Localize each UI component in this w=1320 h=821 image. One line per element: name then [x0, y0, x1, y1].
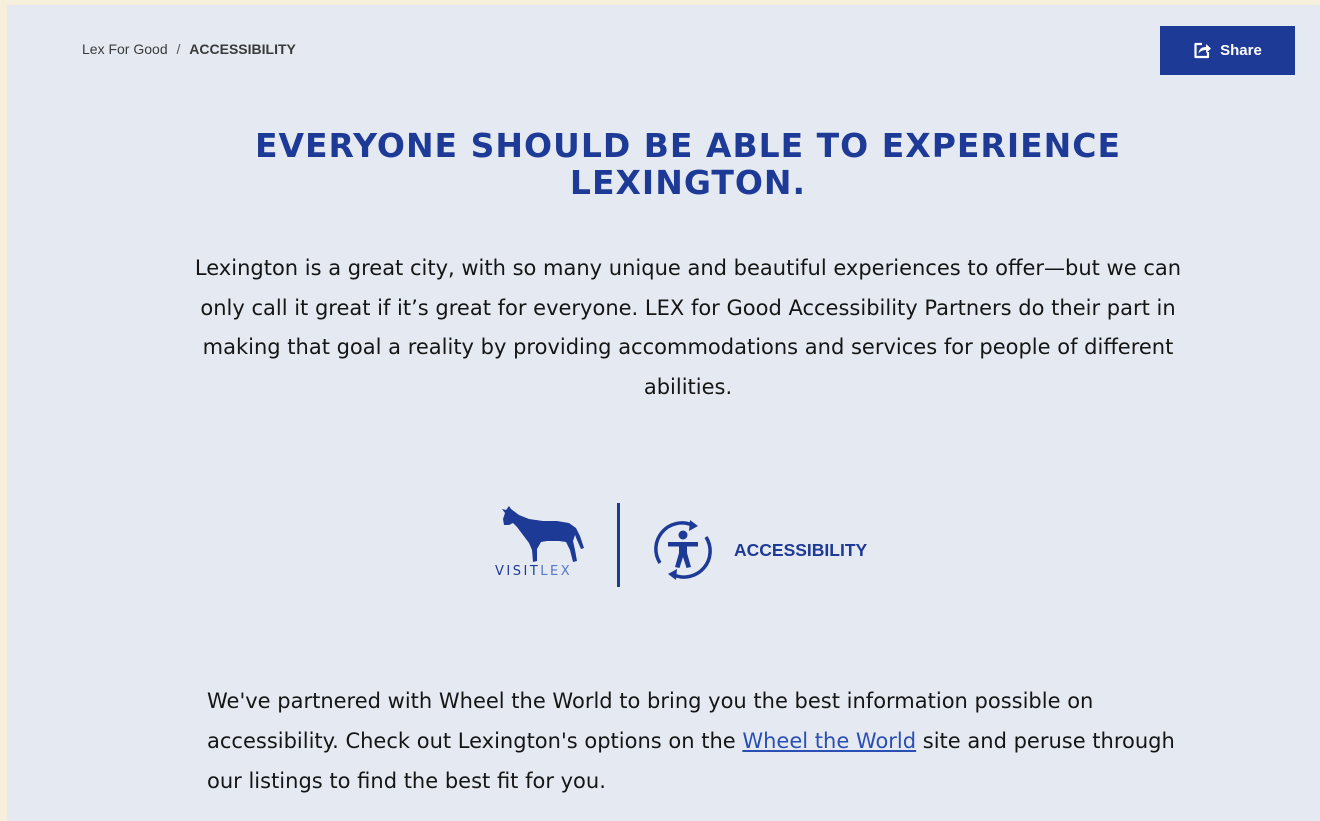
page-title: EVERYONE SHOULD BE ABLE TO EXPERIENCE LE…: [254, 126, 1122, 202]
horse-icon: [501, 503, 585, 569]
partner-paragraph: We've partnered with Wheel the World to …: [207, 681, 1207, 801]
accessibility-badge-label: ACCESSIBILITY: [734, 540, 868, 560]
wordmark-visit: VISIT: [495, 564, 541, 579]
share-button-label: Share: [1220, 42, 1262, 59]
visitlex-accessibility-logo: VISITLEX ACCESSIBILITY: [495, 500, 895, 592]
visitlex-wordmark: VISITLEX: [495, 564, 572, 579]
wheel-the-world-link[interactable]: Wheel the World: [742, 729, 916, 753]
wordmark-lex: LEX: [540, 564, 573, 579]
logo-divider: [617, 503, 620, 587]
intro-paragraph: Lexington is a great city, with so many …: [194, 256, 1182, 399]
share-button[interactable]: Share: [1160, 26, 1295, 75]
page: Lex For Good / ACCESSIBILITY Share EVERY…: [7, 5, 1320, 821]
breadcrumb-current: ACCESSIBILITY: [189, 41, 296, 57]
breadcrumb: Lex For Good / ACCESSIBILITY: [82, 41, 296, 57]
breadcrumb-separator: /: [176, 41, 181, 57]
accessibility-icon: [648, 515, 718, 589]
breadcrumb-link-lex-for-good[interactable]: Lex For Good: [82, 41, 168, 57]
share-icon: [1193, 42, 1212, 59]
